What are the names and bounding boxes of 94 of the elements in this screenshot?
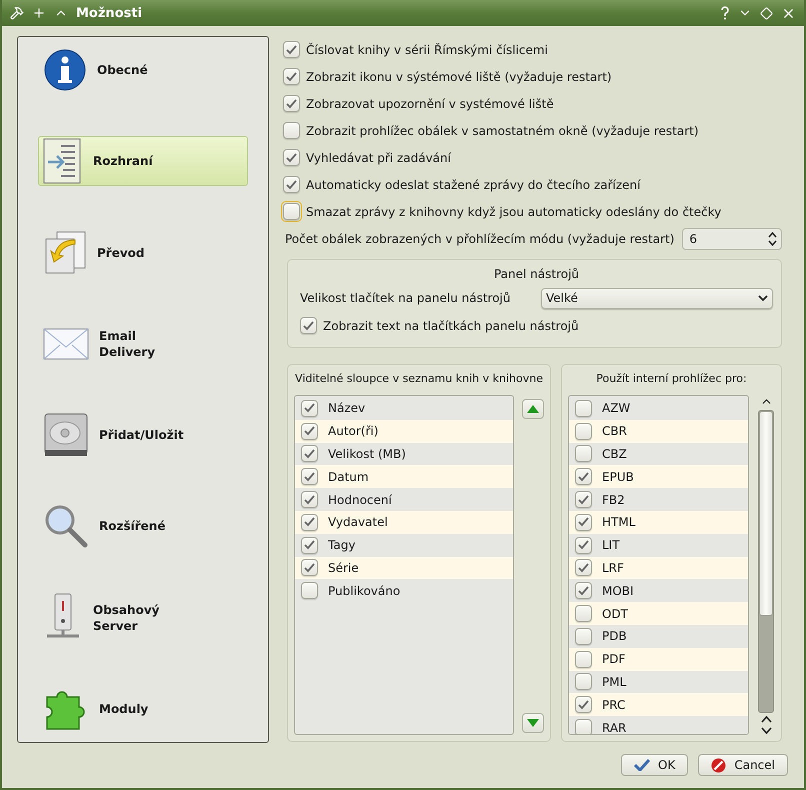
list-item[interactable]: PRC [569,693,748,716]
group-title: Použít interní prohlížec pro: [595,371,748,387]
option-label: Smazat zprávy z knihovny když jsou automaticky odeslány do čtečky [306,204,722,218]
sidebar-item[interactable]: Převod [38,228,248,278]
checkbox[interactable] [283,122,300,139]
option-label: Zobrazit prohlížec obálek v samostatném okně (vyžaduje restart) [306,124,699,138]
scrollbar-thumb[interactable] [759,411,773,616]
checkbox[interactable] [575,559,592,576]
list-item[interactable]: PDF [569,648,748,671]
list-item[interactable]: Vydavatel [295,510,513,534]
list-item[interactable]: LRF [569,556,748,580]
option-label: Číslovat knihy v sérii Římskými číslicemi [306,42,548,56]
checkbox[interactable] [301,536,318,554]
hammer-icon[interactable] [10,6,24,20]
group-title: Panel nástrojů [492,266,580,283]
list-item[interactable]: Velikost (MB) [295,442,513,466]
info-icon [43,48,87,92]
option-label: Zobrazovat upozornění v systémové liště [306,96,554,110]
checkbox[interactable] [575,536,592,554]
checkbox[interactable] [283,176,300,193]
move-up-button[interactable] [522,399,544,419]
list-item[interactable]: ODT [569,602,748,625]
list-item[interactable]: Série [295,556,513,580]
checkbox[interactable] [283,41,300,58]
sidebar-item[interactable]: Email Delivery [38,318,248,369]
maximize-icon[interactable] [760,6,773,20]
scrollbar-track[interactable] [758,410,774,713]
checkbox[interactable] [575,605,592,622]
envelope-icon [43,328,89,360]
plus-icon[interactable] [32,6,46,20]
checkbox[interactable] [301,582,318,600]
checkbox[interactable] [575,582,592,600]
checkbox[interactable] [575,673,592,690]
checkbox[interactable] [575,696,592,714]
magnifier-icon [43,503,89,550]
documents-arrow-icon [43,230,87,276]
checkbox[interactable] [575,628,592,645]
checkbox[interactable] [301,491,318,508]
checkbox[interactable] [575,491,592,508]
checkbox[interactable] [301,514,318,531]
sidebar-item[interactable]: Rozšířené [38,501,248,552]
triangle-up-icon [526,404,540,414]
checkbox[interactable] [300,317,317,334]
checkbox[interactable] [301,559,318,576]
checkbox[interactable] [575,650,592,668]
checkbox[interactable] [575,400,592,417]
checkbox[interactable] [575,445,592,462]
list-item[interactable]: HTML [569,510,748,534]
chevron-down-icon [758,294,768,302]
triangle-down-icon [526,718,540,728]
move-down-button[interactable] [522,713,544,733]
cancel-button[interactable]: Cancel [698,754,788,776]
option-label: Zobrazit text na tlačítkách panelu nástrojů [323,318,579,332]
list-item[interactable]: EPUB [569,465,748,488]
sidebar-item[interactable]: Moduly [38,684,248,734]
hard-drive-icon [43,412,89,458]
list-item[interactable]: Autor(ři) [295,420,513,443]
list-item[interactable]: CBZ [569,442,748,466]
group-title: Viditelné sloupce v seznamu knih v knihovne [294,371,544,387]
checkbox[interactable] [575,422,592,440]
spin-arrows-icon [768,232,777,246]
scroll-arrows-icon[interactable] [760,715,772,735]
list-item[interactable]: Název [295,397,513,420]
cover-count-label: Počet obálek zobrazených v přohlížecím módu (vyžaduje restart) [285,232,674,246]
checkbox[interactable] [575,719,592,734]
list-item[interactable]: RAR [569,716,748,734]
checkbox[interactable] [283,149,300,166]
option-label: Automaticky odeslat stažené zprávy do čtecího zařízení [306,178,640,192]
checkbox[interactable] [575,514,592,531]
checkbox[interactable] [301,445,318,462]
option-label: Zobrazit ikonu v sýstémové liště (vyžaduje restart) [306,70,612,84]
window-title: Možnosti [76,6,144,20]
ok-button[interactable]: OK [621,754,688,776]
list-item[interactable]: PML [569,670,748,694]
no-entry-icon [711,758,726,772]
list-item[interactable]: Datum [295,465,513,488]
checkbox[interactable] [301,400,318,417]
checkbox[interactable] [283,68,300,85]
button-size-dropdown[interactable]: Velké [541,288,773,308]
button-size-label: Velikost tlačítek na panelu nástrojů [300,291,510,305]
sidebar-item[interactable]: Obecné [38,45,248,95]
checkbox[interactable] [301,468,318,486]
checkbox[interactable] [575,468,592,486]
checkbox[interactable] [301,422,318,440]
checkbox[interactable] [283,95,300,112]
option-label: Vyhledávat při zadávání [306,150,451,164]
list-item[interactable]: CBR [569,420,748,443]
sidebar-item[interactable]: Rozhraní [38,136,248,186]
sidebar-item[interactable]: Přidat/Uložit [38,410,248,460]
help-icon[interactable] [720,6,730,20]
list-item[interactable]: AZW [569,397,748,420]
cover-count-spinbox[interactable]: 6 [682,228,782,250]
sidebar-item[interactable]: Obsahový Server [38,592,248,643]
checkmark-icon [634,759,650,771]
